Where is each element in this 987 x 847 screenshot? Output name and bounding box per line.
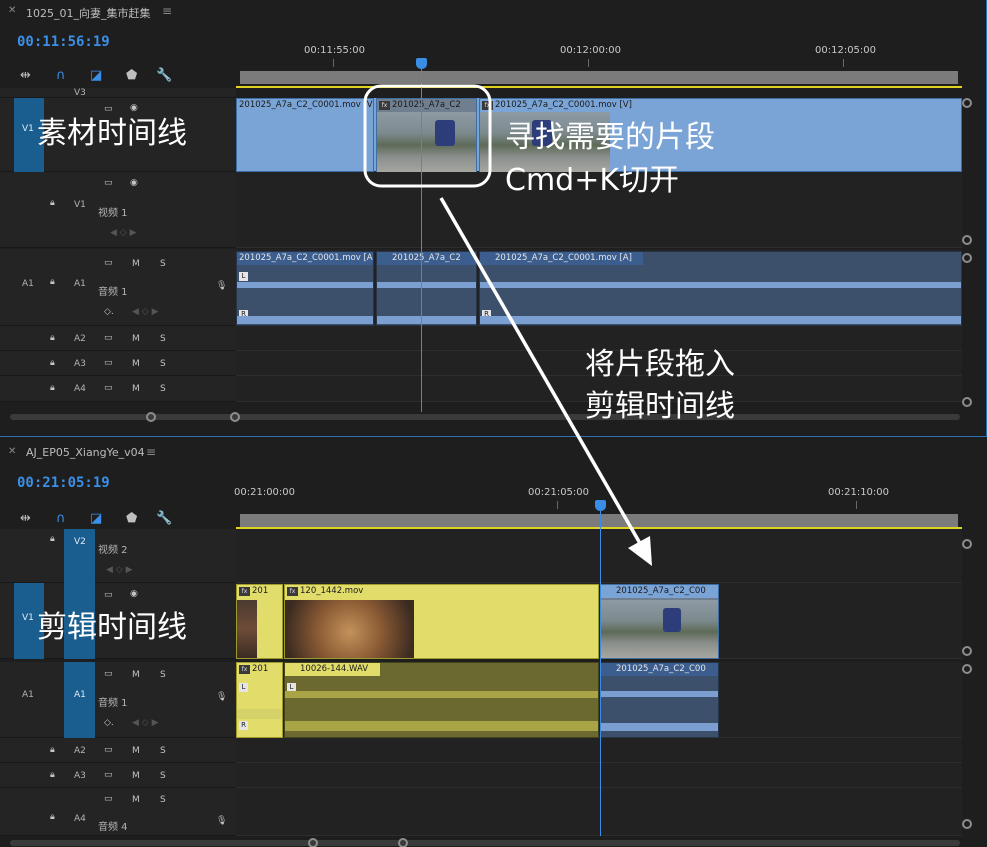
selection-highlight-box (363, 84, 492, 188)
drag-arrow-shaft (439, 197, 643, 546)
annotation-overlay (363, 84, 652, 566)
